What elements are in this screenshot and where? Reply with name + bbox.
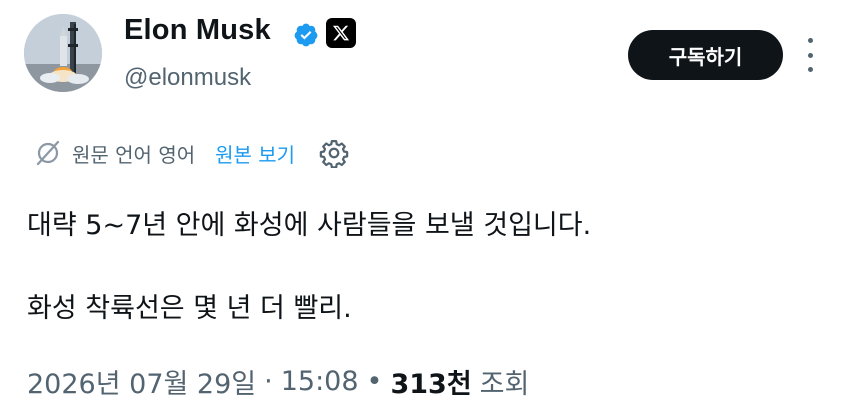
more-vertical-icon[interactable] xyxy=(800,38,820,72)
gear-icon[interactable] xyxy=(319,138,349,168)
separator: · xyxy=(264,366,273,397)
post-text-line-1: 대략 5~7년 안에 화성에 사람들을 보낼 것입니다. xyxy=(27,210,592,241)
avatar[interactable] xyxy=(24,14,102,92)
post-text-line-2: 화성 착륙선은 몇 년 더 빨리. xyxy=(27,293,352,324)
translate-icon xyxy=(36,140,60,166)
view-original-link[interactable]: 원본 보기 xyxy=(215,139,295,168)
author-name[interactable]: Elon Musk xyxy=(124,14,271,47)
x-logo-icon[interactable] xyxy=(326,18,356,48)
separator-dot: • xyxy=(366,366,383,397)
translation-bar: 원문 언어 영어 원본 보기 xyxy=(34,137,349,169)
post-time[interactable]: 15:08 xyxy=(281,366,359,397)
post-date[interactable]: 2026년 07월 29일 xyxy=(27,362,256,401)
verified-badge-icon[interactable] xyxy=(293,22,319,48)
original-language-label: 원문 언어 영어 xyxy=(72,142,196,167)
post-meta: 2026년 07월 29일 · 15:08 • 313천 조회 xyxy=(27,362,529,401)
views-count[interactable]: 313천 xyxy=(390,362,471,401)
views-label: 조회 xyxy=(479,369,530,400)
author-handle[interactable]: @elonmusk xyxy=(124,64,251,92)
rocket-launch-image xyxy=(24,14,102,92)
subscribe-button[interactable]: 구독하기 xyxy=(628,30,783,80)
